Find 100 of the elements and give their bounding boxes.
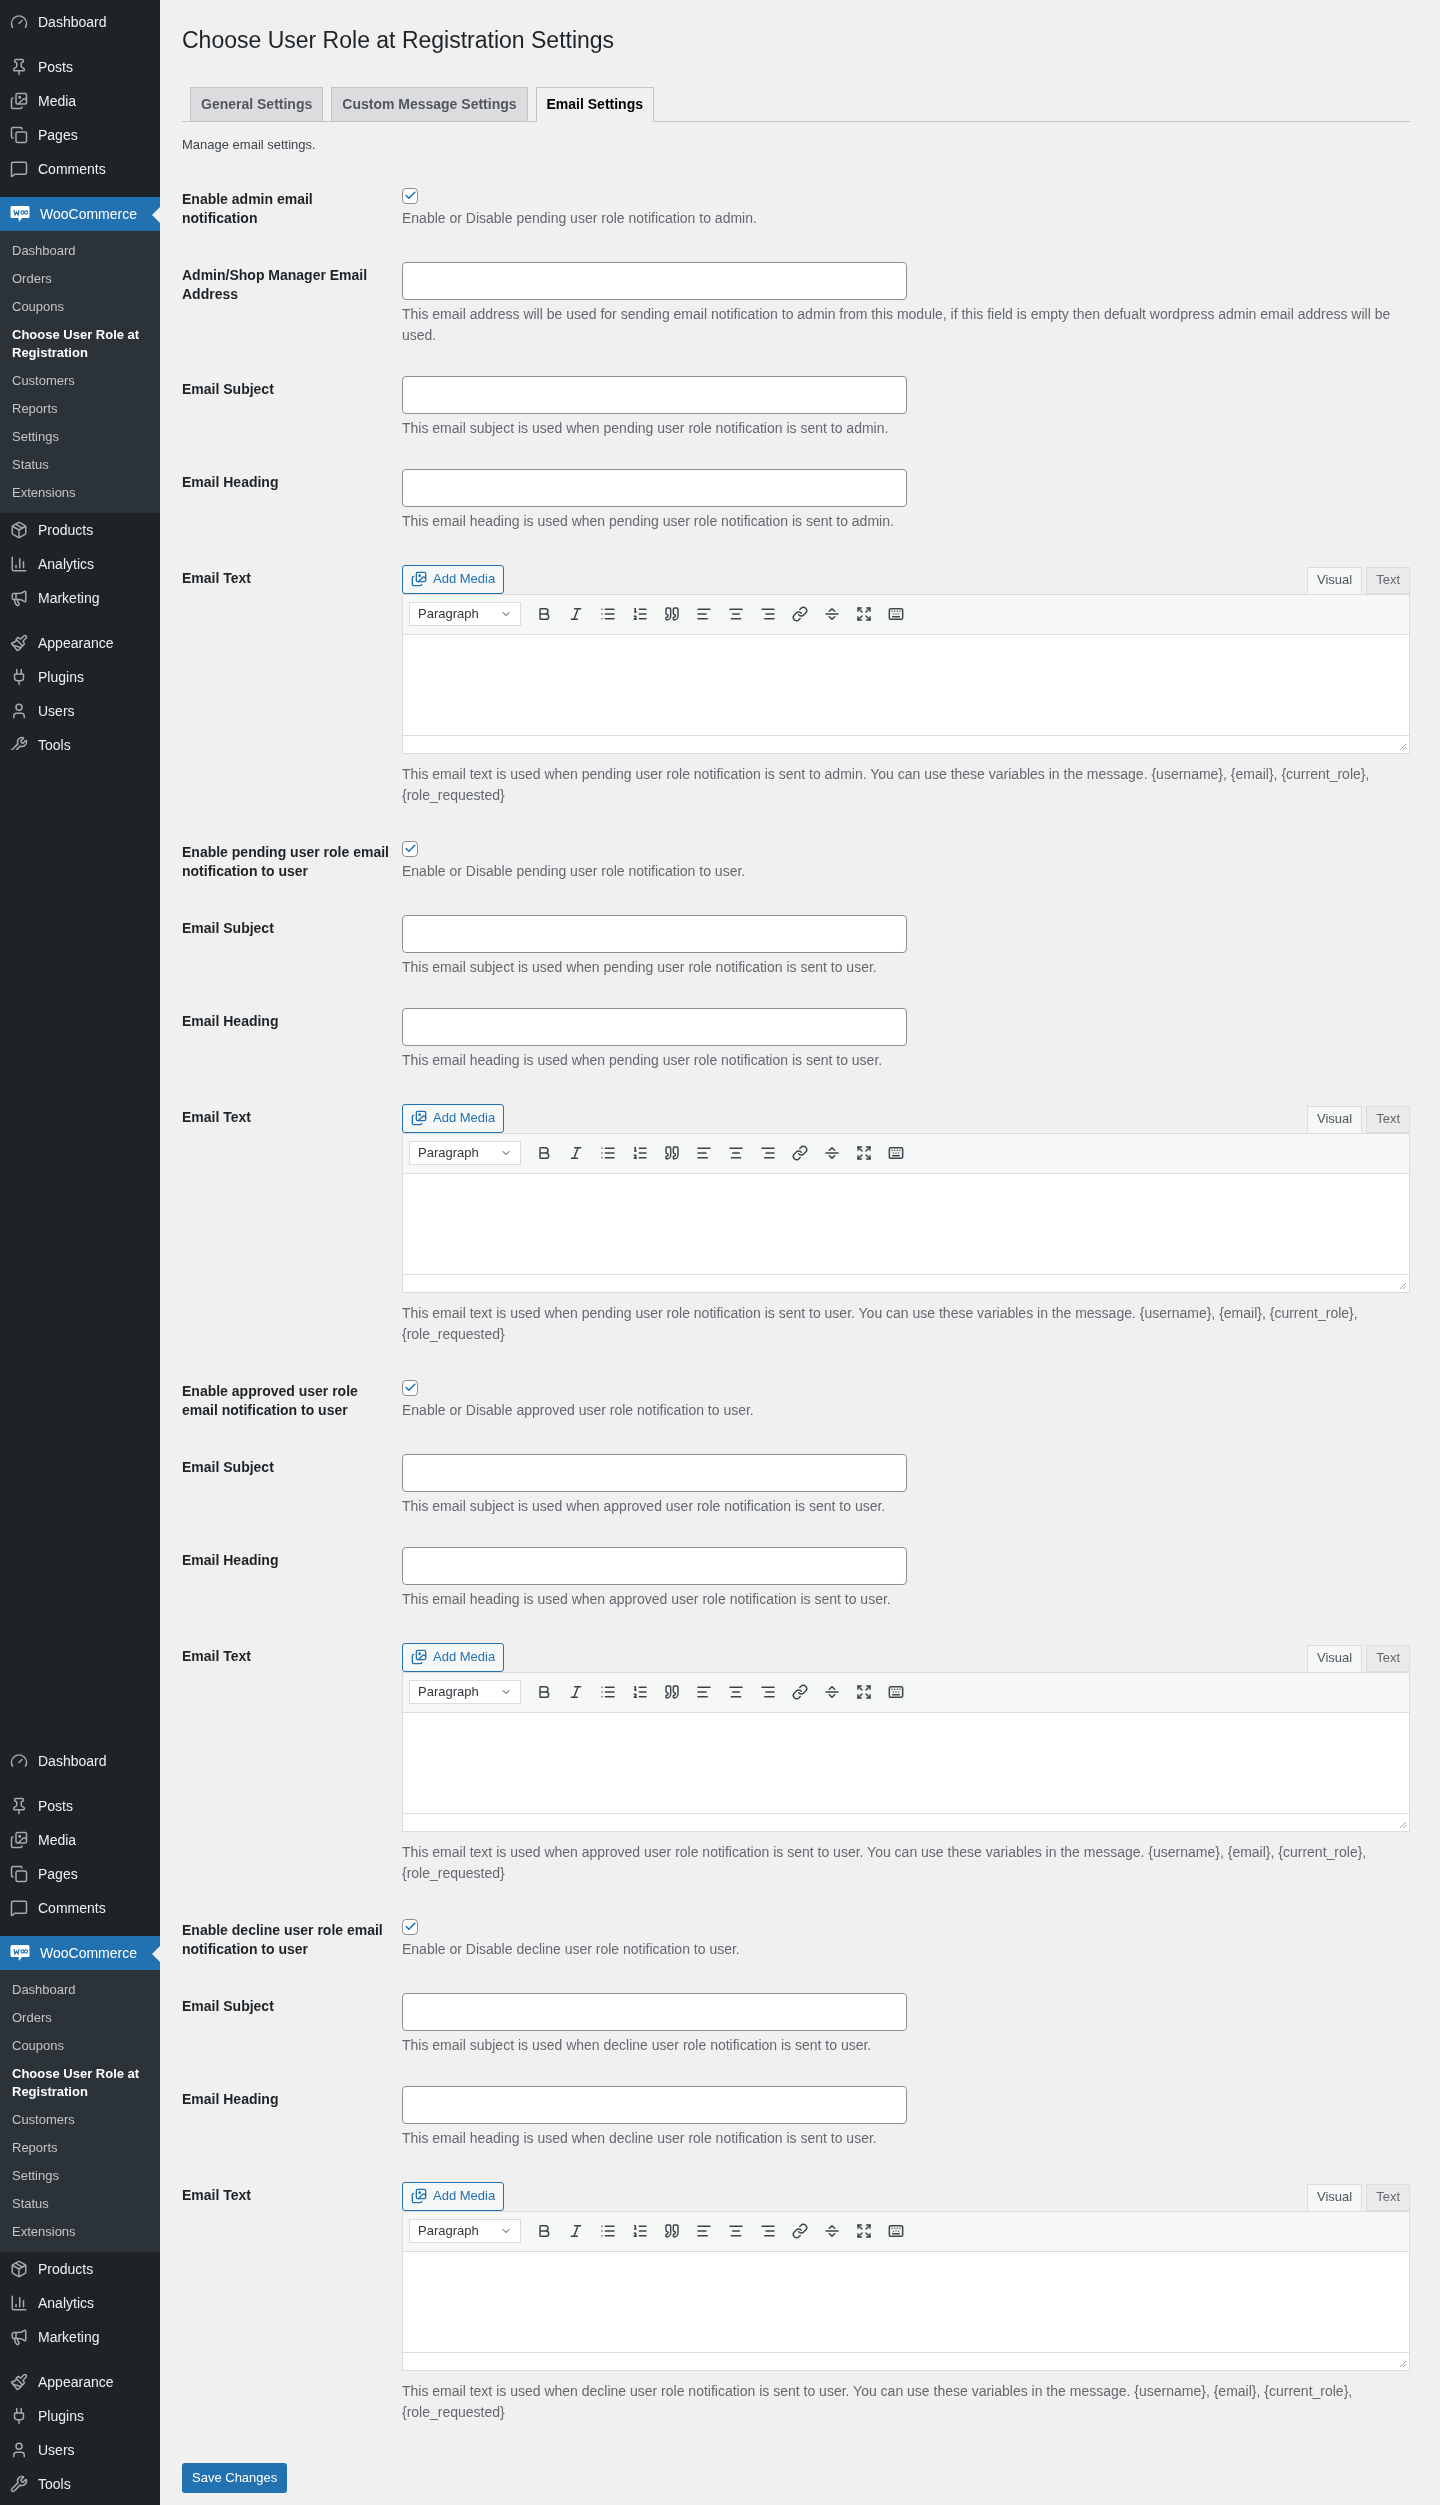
format-select[interactable]: Paragraph — [409, 2219, 521, 2243]
fullscreen-button[interactable] — [855, 1682, 873, 1702]
submenu-item[interactable]: Extensions — [0, 2218, 160, 2246]
editor-mode-tab[interactable]: Visual — [1306, 2183, 1363, 2211]
fullscreen-button[interactable] — [855, 2221, 873, 2241]
sidebar-menu-item[interactable]: Media — [0, 84, 160, 118]
link-button[interactable] — [791, 604, 809, 624]
settings-tab[interactable]: Custom Message Settings — [331, 87, 528, 122]
sidebar-menu-item[interactable]: Media — [0, 1823, 160, 1857]
text-input[interactable] — [402, 468, 907, 507]
sidebar-menu-item[interactable]: Posts — [0, 1789, 160, 1823]
field-label: Enable approved user role email notification to user — [182, 1381, 359, 1420]
sidebar-menu-item[interactable]: Dashboard — [0, 1744, 160, 1778]
sidebar-menu-item[interactable]: Tools — [0, 728, 160, 750]
editor-mode-tab[interactable]: Text — [1366, 1644, 1410, 1672]
sidebar-menu-item[interactable]: Plugins — [0, 660, 160, 694]
field-label: Email Subject — [182, 379, 275, 399]
field-label: Email Subject — [182, 1457, 275, 1477]
sidebar-menu-item[interactable]: Products — [0, 513, 160, 547]
editor-mode-tab[interactable]: Text — [1366, 1105, 1410, 1133]
editor-mode-tab[interactable]: Visual — [1306, 566, 1363, 594]
sidebar-menu-item[interactable]: Products — [0, 2252, 160, 2286]
link-button[interactable] — [791, 1143, 809, 1163]
editor-mode-tab[interactable]: Visual — [1306, 1644, 1363, 1672]
pin-icon — [10, 58, 28, 76]
checkbox[interactable] — [402, 1379, 418, 1396]
sidebar-menu-item[interactable]: WooCommerce — [0, 197, 160, 231]
submenu-item[interactable]: Status — [0, 451, 160, 479]
quote-button[interactable] — [663, 1682, 681, 1702]
add-media-button[interactable]: Add Media — [402, 1642, 505, 1672]
submenu-item[interactable]: Reports — [0, 2134, 160, 2162]
settings-tab[interactable]: General Settings — [190, 87, 324, 122]
submenu-item[interactable]: Settings — [0, 423, 160, 451]
sidebar-menu-item[interactable]: Posts — [0, 50, 160, 84]
quote-button[interactable] — [663, 1143, 681, 1163]
sidebar-menu-item[interactable]: Pages — [0, 1857, 160, 1891]
editor-mode-tab[interactable]: Text — [1366, 566, 1410, 594]
settings-tab[interactable]: Email Settings — [535, 87, 654, 122]
field-description: This email heading is used when pending user role notification is sent to user. — [402, 1050, 884, 1070]
add-media-button[interactable]: Add Media — [402, 1103, 505, 1133]
text-input[interactable] — [402, 1007, 907, 1046]
speech-bubble-icon — [10, 160, 28, 178]
link-button[interactable] — [791, 1682, 809, 1702]
submenu-item[interactable]: Coupons — [0, 293, 160, 321]
submenu-item[interactable]: Orders — [0, 265, 160, 293]
editor-mode-tab[interactable]: Text — [1366, 2183, 1410, 2211]
sidebar-menu-item[interactable]: Users — [0, 2433, 160, 2467]
text-input[interactable] — [402, 2085, 907, 2124]
checkbox[interactable] — [402, 187, 418, 204]
sidebar-menu-item[interactable]: Comments — [0, 1891, 160, 1925]
link-icon — [792, 1684, 808, 1700]
format-select[interactable]: Paragraph — [409, 1141, 521, 1165]
link-button[interactable] — [791, 2221, 809, 2241]
fullscreen-button[interactable] — [855, 1143, 873, 1163]
format-select[interactable]: Paragraph — [409, 602, 521, 626]
submenu-item[interactable]: Customers — [0, 367, 160, 395]
sidebar-menu-item[interactable]: Tools — [0, 2467, 160, 2501]
bulleted-list-icon — [600, 1684, 616, 1700]
field-description: This email subject is used when pending user role notification is sent to user. — [402, 957, 878, 977]
text-input[interactable] — [402, 914, 907, 953]
text-input[interactable] — [402, 1546, 907, 1585]
text-input[interactable] — [402, 1453, 907, 1492]
submenu-item[interactable]: Coupons — [0, 2032, 160, 2060]
text-input[interactable] — [402, 1992, 907, 2031]
sidebar-menu-item[interactable]: Comments — [0, 152, 160, 186]
sidebar-menu-item[interactable]: WooCommerce — [0, 1936, 160, 1970]
sidebar-menu-item[interactable]: Appearance — [0, 626, 160, 660]
sidebar-menu-item[interactable]: Analytics — [0, 547, 160, 581]
sidebar-menu-item[interactable]: Analytics — [0, 2286, 160, 2320]
sidebar-menu-item[interactable]: Users — [0, 694, 160, 728]
submenu-item[interactable]: Reports — [0, 395, 160, 423]
save-changes-button[interactable]: Save Changes — [182, 2462, 288, 2493]
submenu-item[interactable]: Choose User Role at Registration — [0, 2060, 160, 2106]
submenu-item[interactable]: Dashboard — [0, 237, 160, 265]
checkbox[interactable] — [402, 840, 418, 857]
sidebar-menu-item[interactable]: Marketing — [0, 2320, 160, 2354]
submenu-item[interactable]: Dashboard — [0, 1976, 160, 2004]
submenu-item[interactable]: Status — [0, 2190, 160, 2218]
speech-bubble-icon — [10, 205, 30, 223]
text-input[interactable] — [402, 261, 907, 300]
submenu-item[interactable]: Extensions — [0, 479, 160, 507]
quote-button[interactable] — [663, 604, 681, 624]
sidebar-menu-item[interactable]: Appearance — [0, 2365, 160, 2399]
fullscreen-button[interactable] — [855, 604, 873, 624]
wrench-icon — [10, 2475, 28, 2493]
text-input[interactable] — [402, 375, 907, 414]
submenu-item[interactable]: Orders — [0, 2004, 160, 2032]
format-select[interactable]: Paragraph — [409, 1680, 521, 1704]
editor-mode-tab[interactable]: Visual — [1306, 1105, 1363, 1133]
add-media-button[interactable]: Add Media — [402, 2181, 505, 2211]
add-media-button[interactable]: Add Media — [402, 564, 505, 594]
submenu-item[interactable]: Customers — [0, 2106, 160, 2134]
submenu-item[interactable]: Settings — [0, 2162, 160, 2190]
sidebar-menu-item[interactable]: Plugins — [0, 2399, 160, 2433]
quote-button[interactable] — [663, 2221, 681, 2241]
sidebar-menu-item[interactable]: Dashboard — [0, 5, 160, 39]
sidebar-menu-item[interactable]: Pages — [0, 118, 160, 152]
sidebar-menu-item[interactable]: Marketing — [0, 581, 160, 615]
checkbox[interactable] — [402, 1918, 418, 1935]
submenu-item[interactable]: Choose User Role at Registration — [0, 321, 160, 367]
